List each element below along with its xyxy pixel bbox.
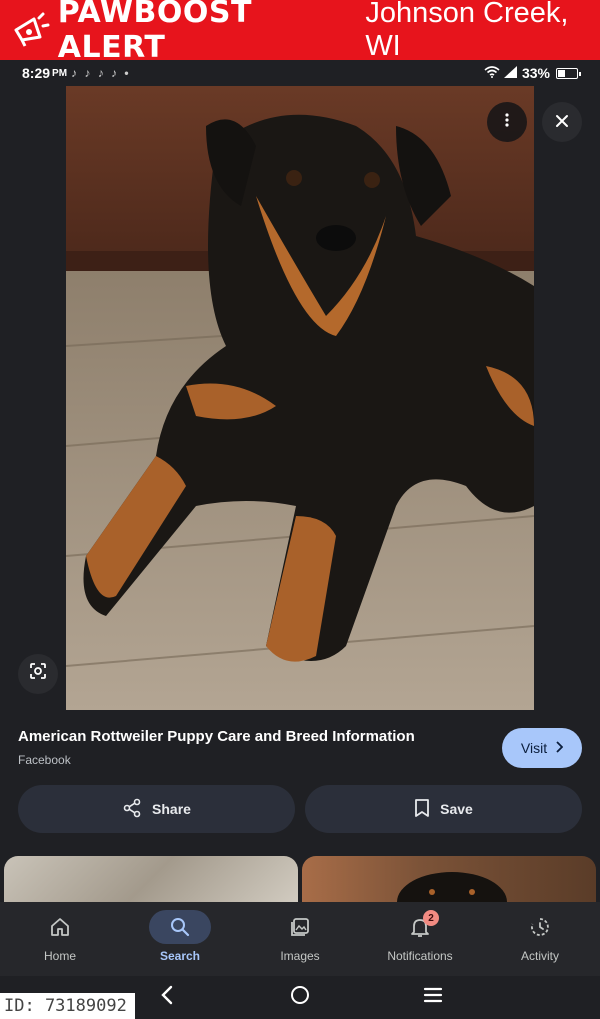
- dog-photo[interactable]: [66, 86, 534, 710]
- related-image-thumbnail[interactable]: [302, 856, 596, 902]
- nav-label-home: Home: [43, 949, 76, 963]
- notification-icons: ♪ ♪ ♪ ♪ •: [71, 66, 131, 80]
- notification-badge: 2: [423, 910, 439, 926]
- home-icon: [29, 910, 91, 944]
- pawboost-banner: PAWBOOST ALERT Johnson Creek, WI: [0, 0, 600, 65]
- nav-item-images[interactable]: Images: [240, 902, 360, 976]
- battery-percent: 33%: [521, 65, 550, 81]
- nav-label-images: Images: [280, 949, 320, 963]
- share-label: Share: [152, 801, 191, 817]
- back-chevron-icon: [160, 985, 174, 1010]
- banner-location: Johnson Creek, WI: [365, 0, 569, 62]
- system-home-button[interactable]: [280, 983, 320, 1013]
- related-image-thumbnail[interactable]: [4, 856, 298, 902]
- nav-label-activity: Activity: [520, 949, 559, 963]
- status-time: 8:29: [22, 65, 51, 81]
- banner-brand: PAWBOOST ALERT: [57, 0, 252, 65]
- more-options-button[interactable]: [487, 102, 527, 142]
- images-icon: [269, 910, 331, 944]
- system-recents-button[interactable]: [413, 983, 453, 1013]
- nav-item-search[interactable]: Search: [120, 902, 240, 976]
- home-circle-icon: [289, 984, 311, 1011]
- system-back-button[interactable]: [147, 983, 187, 1013]
- activity-icon: [509, 910, 571, 944]
- nav-label-search: Search: [159, 949, 201, 963]
- search-icon: [149, 910, 211, 944]
- more-vert-icon: [499, 111, 515, 134]
- lens-icon: [29, 662, 47, 686]
- wifi-icon: [484, 65, 500, 81]
- share-button[interactable]: Share: [18, 785, 295, 833]
- save-label: Save: [440, 801, 473, 817]
- result-title[interactable]: American Rottweiler Puppy Care and Breed…: [18, 728, 488, 745]
- close-button[interactable]: [542, 102, 582, 142]
- status-ampm: PM: [52, 67, 68, 79]
- share-icon: [122, 798, 142, 821]
- bell-icon: 2: [389, 910, 451, 944]
- chevron-right-icon: [555, 740, 564, 756]
- nav-item-activity[interactable]: Activity: [480, 902, 600, 976]
- pet-id-tag: ID: 73189092: [0, 993, 135, 1019]
- battery-icon: [556, 67, 581, 79]
- nav-item-home[interactable]: Home: [0, 902, 120, 976]
- nav-label-notifications: Notifications: [387, 949, 453, 963]
- visit-label: Visit: [520, 740, 548, 756]
- menu-lines-icon: [423, 987, 443, 1008]
- bookmark-icon: [414, 798, 430, 821]
- megaphone-icon: [8, 7, 52, 53]
- result-source: Facebook: [18, 753, 71, 767]
- lens-button[interactable]: [18, 654, 58, 694]
- bottom-navigation: Home Search Images 2 Notifications Activ…: [0, 902, 600, 976]
- battery-fill: [558, 69, 565, 77]
- visit-button[interactable]: Visit: [502, 728, 582, 768]
- close-icon: [555, 111, 569, 134]
- signal-icon: [503, 65, 518, 81]
- status-bar: 8:29 PM ♪ ♪ ♪ ♪ • 33%: [0, 60, 600, 86]
- nav-item-notifications[interactable]: 2 Notifications: [360, 902, 480, 976]
- dog-thumbnail-icon: [397, 872, 507, 902]
- save-button[interactable]: Save: [305, 785, 582, 833]
